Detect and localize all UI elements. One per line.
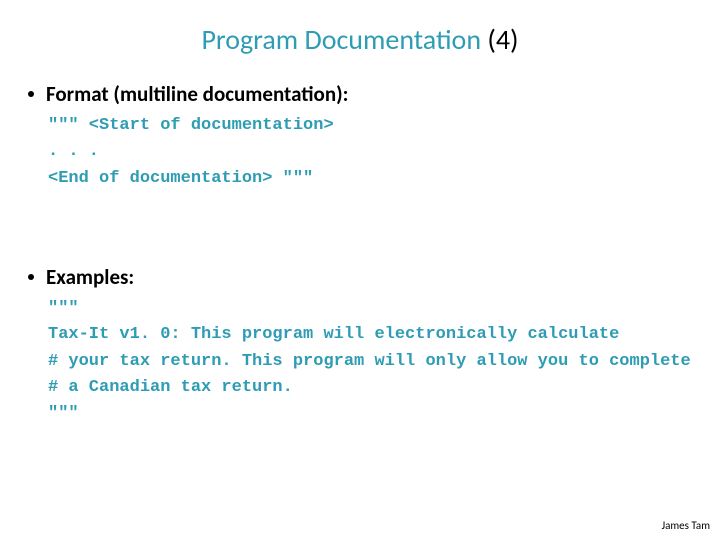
title-main: Program Documentation	[201, 22, 487, 57]
bullet-label: Examples:	[46, 264, 134, 290]
footer-author: James Tam	[662, 519, 710, 532]
bullet-label: Format (multiline documentation):	[46, 81, 348, 107]
spacer	[28, 192, 692, 264]
bullet-dot-icon	[28, 274, 34, 280]
code-block-format: """ <Start of documentation> . . . <End …	[48, 113, 692, 192]
title-number: (4)	[487, 22, 518, 57]
bullet-format: Format (multiline documentation):	[28, 81, 692, 107]
slide: Program Documentation (4) Format (multil…	[0, 0, 720, 540]
code-block-example: """ Tax-It v1. 0: This program will elec…	[48, 296, 692, 428]
bullet-dot-icon	[28, 91, 34, 97]
bullet-examples: Examples:	[28, 264, 692, 290]
slide-title: Program Documentation (4)	[0, 0, 720, 57]
slide-body: Format (multiline documentation): """ <S…	[0, 57, 720, 428]
